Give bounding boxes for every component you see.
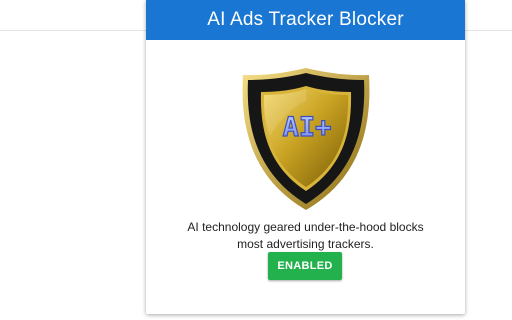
description-line-2: most advertising trackers. xyxy=(237,237,374,251)
description: AI technology geared under-the-hood bloc… xyxy=(156,219,455,253)
popup-header: AI Ads Tracker Blocker xyxy=(146,0,465,40)
logo-text: AI+ xyxy=(283,112,332,143)
shield-icon: AI+ xyxy=(242,68,370,210)
popup-title: AI Ads Tracker Blocker xyxy=(207,9,404,30)
shield-logo: AI+ xyxy=(237,66,375,212)
extension-popup: AI Ads Tracker Blocker AI+ AI technology… xyxy=(146,0,465,314)
enabled-toggle-button[interactable]: ENABLED xyxy=(268,252,342,280)
description-line-1: AI technology geared under-the-hood bloc… xyxy=(187,220,424,234)
